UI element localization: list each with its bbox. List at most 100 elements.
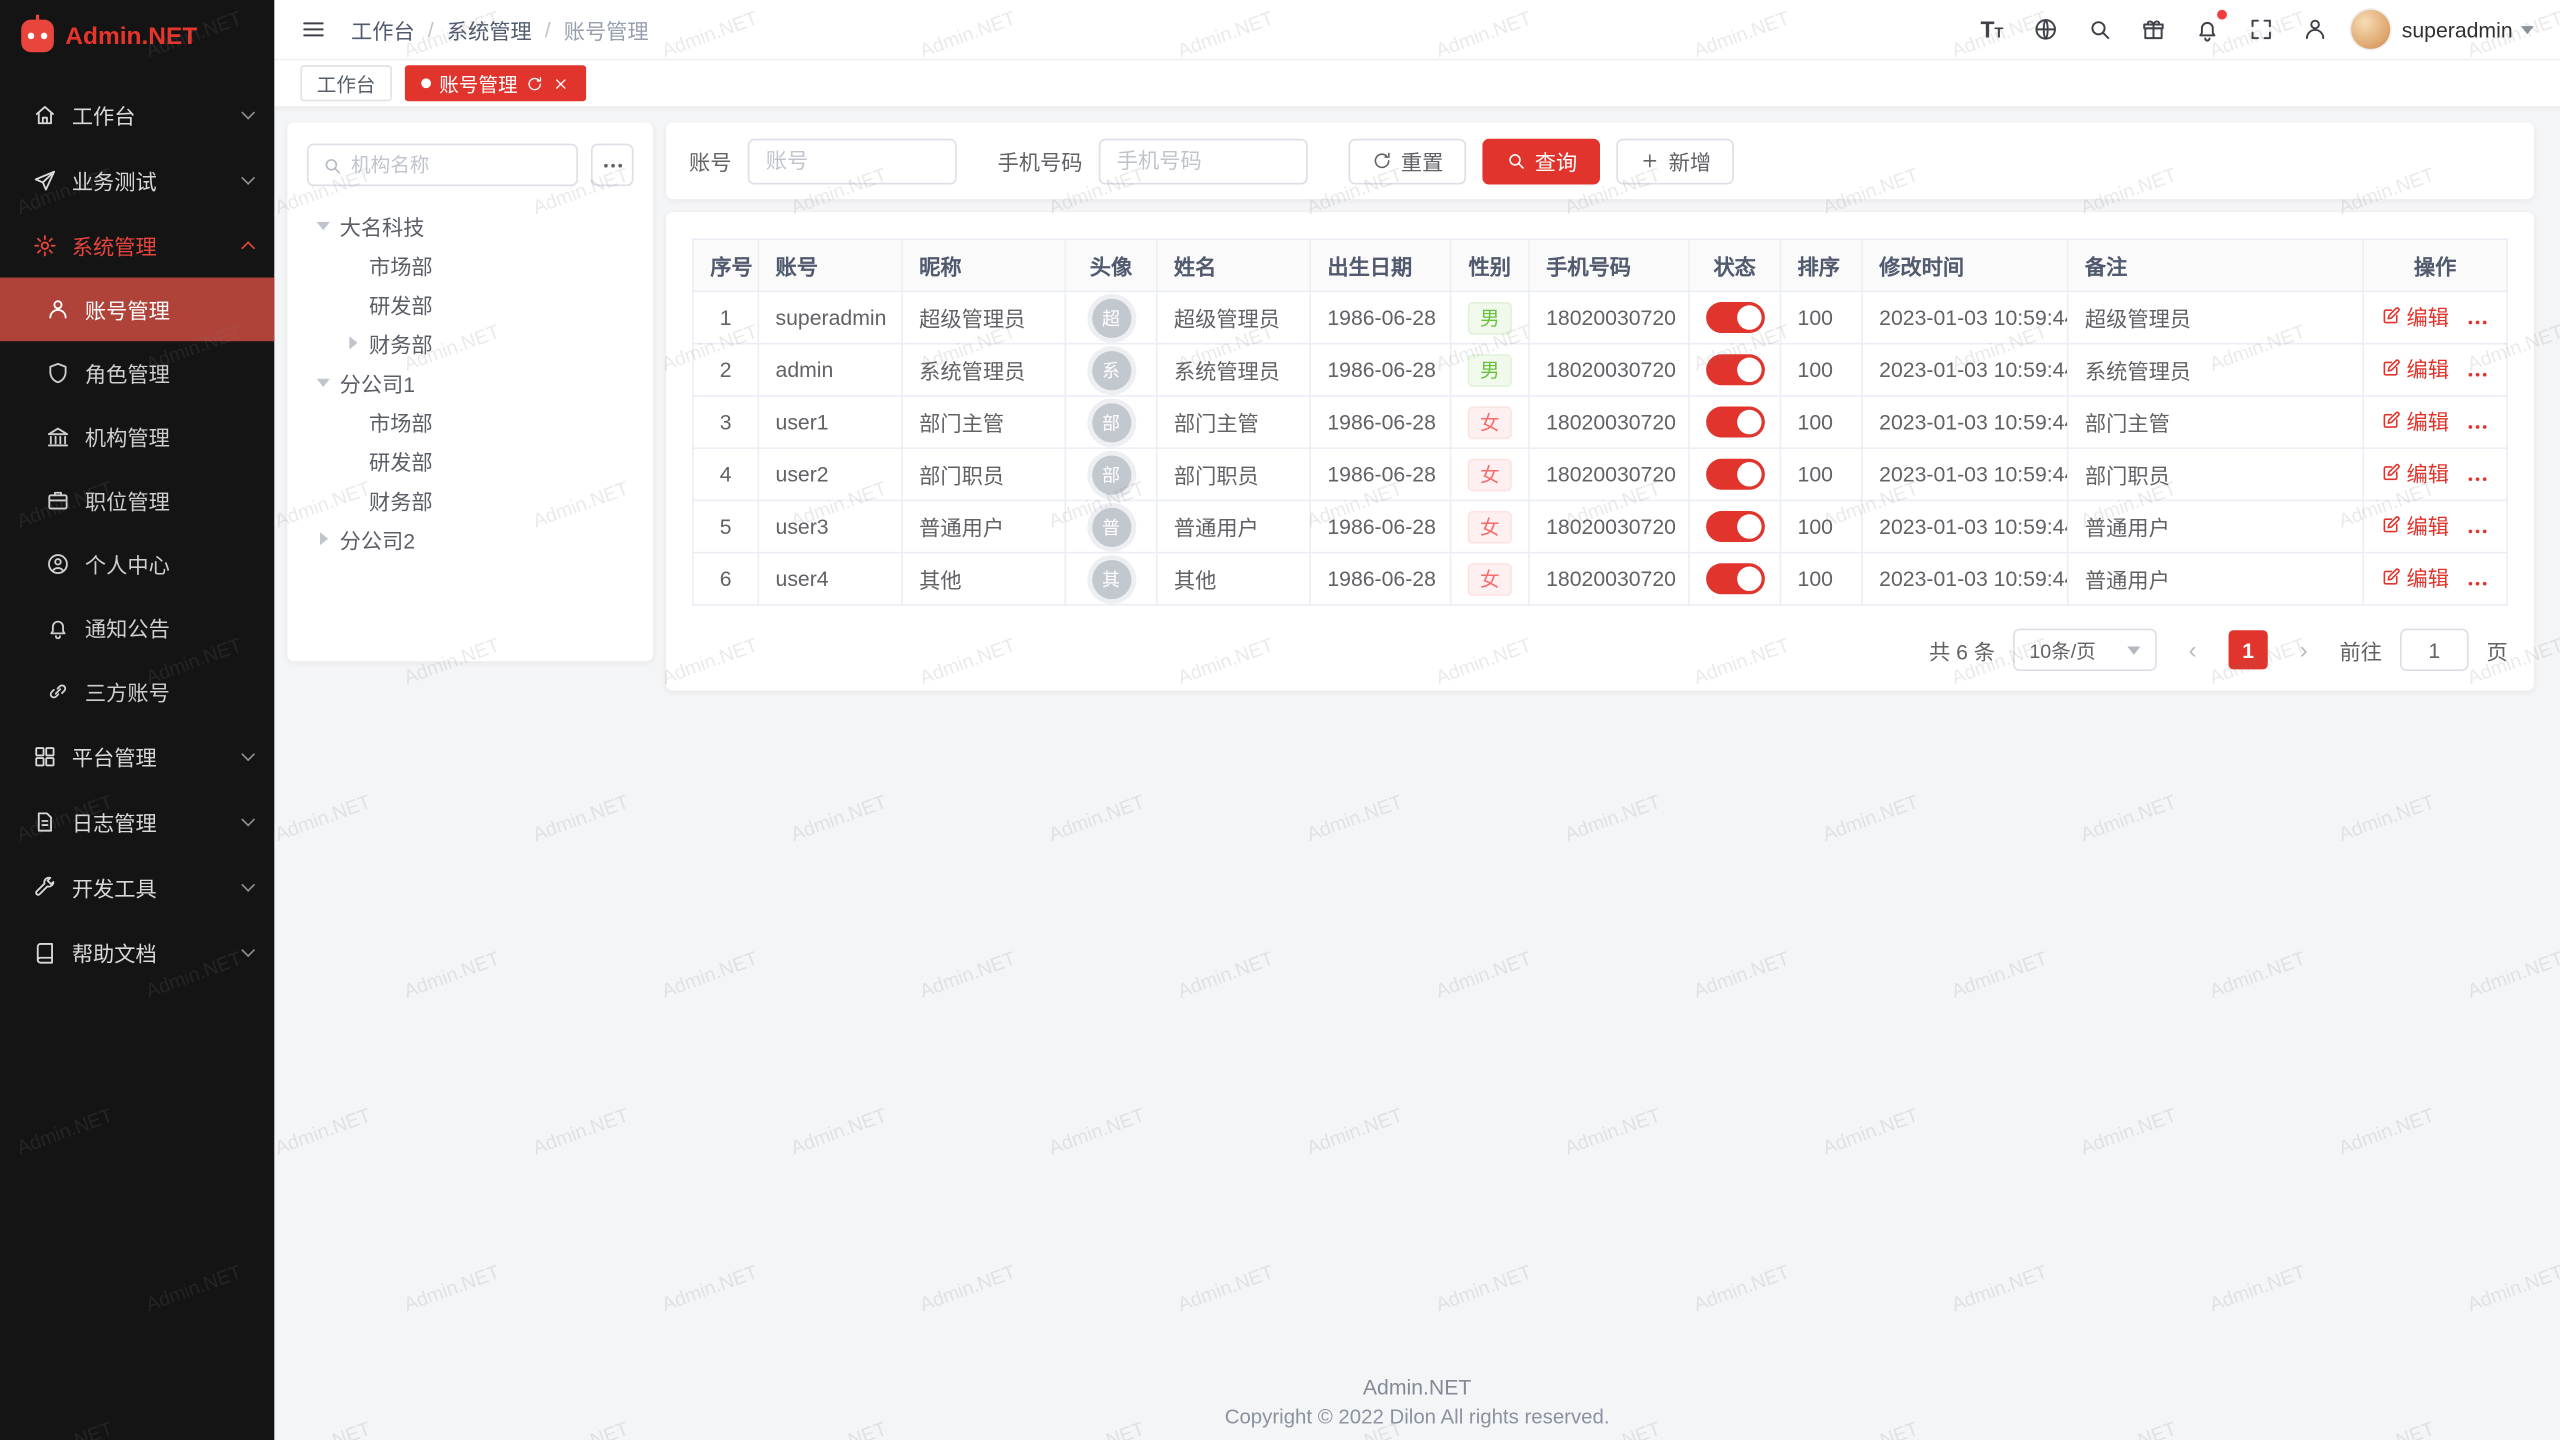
avatar[interactable] <box>2351 10 2390 49</box>
sidebar-subitem-label: 账号管理 <box>85 294 253 325</box>
send-icon <box>33 167 57 191</box>
page-size-select[interactable]: 10条/页 <box>2013 629 2157 671</box>
edit-button[interactable]: 编辑 <box>2380 510 2449 541</box>
breadcrumb-separator: / <box>545 17 551 41</box>
add-button[interactable]: 新增 <box>1616 138 1734 184</box>
cell-avatar: 超 <box>1065 291 1156 343</box>
row-more-button[interactable] <box>2465 414 2489 438</box>
font-size-icon[interactable]: TT <box>1979 16 2005 42</box>
sidebar-subitem-role-manage[interactable]: 角色管理 <box>0 341 274 405</box>
page-number-1[interactable]: 1 <box>2229 630 2268 669</box>
sidebar-item-system-manage[interactable]: 系统管理 <box>0 212 274 277</box>
goto-page-input[interactable] <box>2400 629 2469 671</box>
query-button[interactable]: 查询 <box>1483 138 1601 184</box>
cell-nickname: 部门主管 <box>902 396 1065 448</box>
cell-account: user4 <box>758 553 902 605</box>
sidebar-subitem-account-manage[interactable]: 账号管理 <box>0 278 274 342</box>
sidebar-item-dev-tools[interactable]: 开发工具 <box>0 854 274 919</box>
row-more-button[interactable] <box>2465 309 2489 333</box>
gender-tag: 女 <box>1469 510 1511 543</box>
edit-button[interactable]: 编辑 <box>2380 458 2449 489</box>
tree-node[interactable]: 财务部 <box>307 480 634 519</box>
sidebar-item-platform-manage[interactable]: 平台管理 <box>0 723 274 788</box>
cell-nickname: 系统管理员 <box>902 344 1065 396</box>
row-more-button[interactable] <box>2465 571 2489 595</box>
sidebar-subitem-personal-center[interactable]: 个人中心 <box>0 532 274 596</box>
column-header: 出生日期 <box>1310 239 1450 291</box>
row-more-button[interactable] <box>2465 466 2489 490</box>
cell-order: 100 <box>1780 344 1862 396</box>
tree-caret-icon[interactable] <box>310 526 336 552</box>
status-toggle[interactable] <box>1706 407 1765 438</box>
cell-phone: 18020030720 <box>1529 291 1689 343</box>
org-search-input[interactable] <box>351 153 563 176</box>
gift-icon[interactable] <box>2141 16 2167 42</box>
status-toggle[interactable] <box>1706 563 1765 594</box>
sidebar-subitem-label: 个人中心 <box>85 549 253 580</box>
sidebar-subitem-label: 职位管理 <box>85 485 253 516</box>
edit-button[interactable]: 编辑 <box>2380 353 2449 384</box>
pagination-total: 共 6 条 <box>1929 634 1995 665</box>
account-filter-label: 账号 <box>689 145 731 176</box>
row-more-button[interactable] <box>2465 362 2489 386</box>
column-header: 手机号码 <box>1529 239 1689 291</box>
sidebar-subitem-third-account[interactable]: 三方账号 <box>0 660 274 724</box>
tree-node[interactable]: 财务部 <box>307 323 634 362</box>
brand-logo[interactable]: Admin.NET <box>0 0 274 72</box>
person-icon[interactable] <box>2302 16 2328 42</box>
tree-node[interactable]: 研发部 <box>307 284 634 323</box>
book-icon <box>33 940 57 964</box>
org-search-field[interactable] <box>307 144 578 186</box>
page-unit-label: 页 <box>2487 634 2508 665</box>
sidebar-subitem-org-manage[interactable]: 机构管理 <box>0 405 274 469</box>
status-toggle[interactable] <box>1706 302 1765 333</box>
status-toggle[interactable] <box>1706 511 1765 542</box>
fullscreen-icon[interactable] <box>2248 16 2274 42</box>
sidebar-subitem-position-manage[interactable]: 职位管理 <box>0 469 274 533</box>
sidebar-item-log-manage[interactable]: 日志管理 <box>0 789 274 854</box>
status-toggle[interactable] <box>1706 459 1765 490</box>
cell-no: 2 <box>693 344 758 396</box>
username[interactable]: superadmin <box>2402 17 2513 41</box>
menu-toggle-icon[interactable] <box>300 16 326 42</box>
sidebar-subitem-notice[interactable]: 通知公告 <box>0 596 274 660</box>
status-toggle[interactable] <box>1706 354 1765 385</box>
tree-caret-icon[interactable] <box>310 369 336 395</box>
tree-node[interactable]: 研发部 <box>307 441 634 480</box>
table-row: 6user4其他其其他1986-06-28女180200307201002023… <box>693 553 2507 605</box>
row-more-button[interactable] <box>2465 518 2489 542</box>
cell-remark: 普通用户 <box>2068 500 2364 552</box>
notification-icon[interactable] <box>2194 16 2220 42</box>
account-filter-input[interactable] <box>748 138 957 184</box>
edit-button[interactable]: 编辑 <box>2380 562 2449 593</box>
search-icon[interactable] <box>2087 16 2113 42</box>
tab-workbench[interactable]: 工作台 <box>300 65 391 101</box>
sidebar-item-help-docs[interactable]: 帮助文档 <box>0 919 274 984</box>
tree-node[interactable]: 大名科技 <box>307 206 634 245</box>
tree-node[interactable]: 分公司2 <box>307 519 634 558</box>
cell-birth: 1986-06-28 <box>1310 344 1450 396</box>
tree-node[interactable]: 市场部 <box>307 402 634 441</box>
edit-button[interactable]: 编辑 <box>2380 406 2449 437</box>
edit-button[interactable]: 编辑 <box>2380 301 2449 332</box>
next-page-button[interactable]: › <box>2286 630 2322 669</box>
sidebar-item-workbench[interactable]: 工作台 <box>0 82 274 147</box>
tree-node[interactable]: 分公司1 <box>307 362 634 401</box>
close-icon[interactable] <box>552 74 570 92</box>
edit-icon <box>2380 358 2401 379</box>
prev-page-button[interactable]: ‹ <box>2175 630 2211 669</box>
footer-copyright: Copyright © 2022 Dilon All rights reserv… <box>274 1402 2560 1431</box>
tree-caret-icon[interactable] <box>340 330 366 356</box>
tree-caret-icon[interactable] <box>310 212 336 238</box>
sidebar-subitem-label: 机构管理 <box>85 421 253 452</box>
phone-filter-input[interactable] <box>1099 138 1308 184</box>
refresh-icon[interactable] <box>526 74 544 92</box>
tree-node[interactable]: 市场部 <box>307 245 634 284</box>
breadcrumb-item[interactable]: 系统管理 <box>447 14 532 45</box>
globe-icon[interactable] <box>2033 16 2059 42</box>
sidebar-item-business-test[interactable]: 业务测试 <box>0 147 274 212</box>
reset-button[interactable]: 重置 <box>1349 138 1467 184</box>
breadcrumb-item[interactable]: 工作台 <box>351 14 415 45</box>
tree-more-button[interactable] <box>591 144 633 186</box>
tab-account-manage[interactable]: 账号管理 <box>405 65 586 101</box>
